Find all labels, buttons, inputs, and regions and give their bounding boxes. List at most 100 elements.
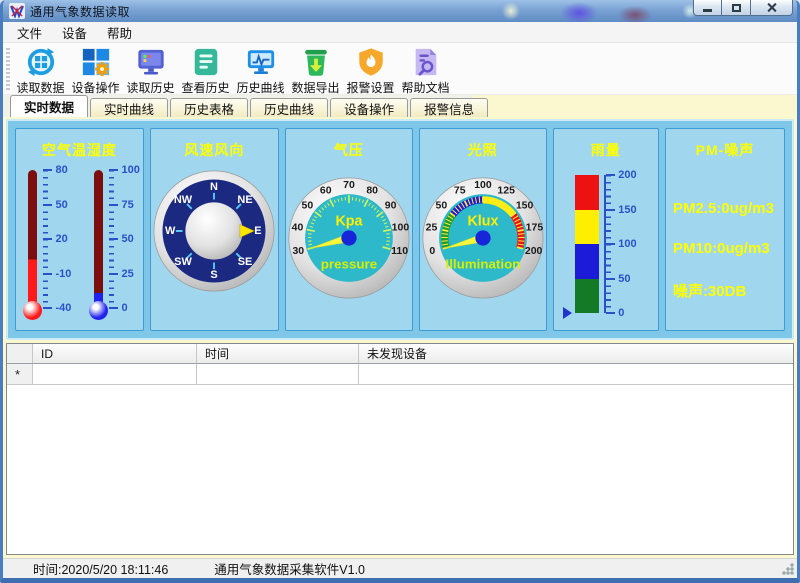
tab-1[interactable]: 实时曲线 (90, 98, 168, 117)
ruler-label: 75 (121, 200, 133, 211)
toolbar-read-data[interactable]: 读取数据 (13, 46, 68, 96)
rain-segment-3 (575, 279, 599, 314)
svg-text:N: N (210, 181, 218, 193)
illumination-gauge: 0255075100125150175200KluxIllumination (420, 175, 546, 301)
toolbar-label: 报警设置 (346, 79, 394, 96)
svg-text:E: E (255, 225, 262, 237)
ruler-label: -40 (55, 303, 71, 314)
tab-4[interactable]: 设备操作 (330, 98, 408, 117)
panel-illumination: 光照 0255075100125150175200KluxIlluminatio… (419, 128, 547, 331)
menu-item-0[interactable]: 文件 (7, 21, 52, 44)
close-button[interactable] (750, 0, 793, 16)
column-header-time[interactable]: 时间 (197, 344, 359, 363)
svg-text:pressure: pressure (321, 257, 377, 272)
rain-gauge: 200150100500 (554, 175, 658, 313)
toolbar-history-curve[interactable]: 历史曲线 (233, 46, 288, 96)
ruler-label: 50 (55, 200, 67, 211)
ruler-label: 150 (618, 205, 636, 216)
ruler-tick (109, 169, 118, 171)
toolbar-alarm-settings[interactable]: 报警设置 (343, 46, 398, 96)
panel-title-wind: 风速风向 (151, 140, 278, 160)
svg-text:60: 60 (320, 185, 332, 196)
column-header-id[interactable]: ID (33, 344, 197, 363)
rain-segment-0 (575, 175, 599, 210)
cell-id[interactable] (33, 364, 197, 384)
toolbar-label: 查看历史 (181, 79, 229, 96)
rain-scale: 200150100500 (604, 175, 636, 313)
row-selector-header[interactable] (7, 344, 33, 363)
restore-icon (732, 4, 741, 12)
toolbar-device-operation[interactable]: 设备操作 (68, 46, 123, 96)
svg-text:50: 50 (301, 201, 313, 212)
ruler-tick (43, 169, 52, 171)
status-time: 时间:2020/5/20 18:11:46 (33, 559, 168, 578)
ruler-label: 0 (121, 303, 127, 314)
view-history-icon (191, 47, 221, 77)
svg-text:125: 125 (497, 185, 515, 196)
grid-new-row: * (7, 364, 793, 385)
ruler-tick (606, 174, 615, 176)
svg-text:40: 40 (291, 222, 303, 233)
svg-text:Illumination: Illumination (445, 257, 520, 272)
toolbar-view-history[interactable]: 查看历史 (178, 46, 233, 96)
alarm-settings-icon (356, 47, 386, 77)
app-icon (9, 3, 25, 19)
toolbar-read-history[interactable]: 读取历史 (123, 46, 178, 96)
device-operation-icon (81, 47, 111, 77)
resize-grip[interactable] (782, 563, 794, 575)
ruler-label: 100 (121, 165, 139, 176)
pm-noise-readings: PM2.5:0ug/m3 PM10:0ug/m3 噪声:30DB (666, 200, 784, 301)
ruler-tick (43, 204, 52, 206)
svg-text:S: S (211, 269, 218, 281)
svg-text:25: 25 (425, 222, 437, 233)
ruler-label: 20 (55, 234, 67, 245)
noise-value: 噪声:30DB (673, 280, 784, 301)
ruler-label: -10 (55, 269, 71, 280)
minimize-icon (703, 9, 712, 12)
panel-wind: 风速风向 NNEESESSWWNW (150, 128, 279, 331)
toolbar-data-export[interactable]: 数据导出 (288, 46, 343, 96)
thermometer-humidity: 1007550250 (84, 168, 140, 330)
tab-3[interactable]: 历史曲线 (250, 98, 328, 117)
toolbar-label: 历史曲线 (236, 79, 284, 96)
panel-temp-humidity: 空气温湿度 805020-10-401007550250 (15, 128, 144, 331)
ruler-tick (606, 209, 615, 211)
grid-header-row: ID 时间 未发现设备 (7, 344, 793, 364)
restore-button[interactable] (722, 0, 750, 16)
panel-rain: 雨量 200150100500 (553, 128, 659, 331)
menu-bar: 文件设备帮助 (3, 22, 797, 43)
ruler-tick (43, 273, 52, 275)
toolbar-grip[interactable] (6, 48, 10, 92)
toolbar-label: 帮助文档 (401, 79, 449, 96)
ruler-label: 25 (121, 269, 133, 280)
cell-device-status[interactable] (359, 364, 793, 384)
cell-time[interactable] (197, 364, 359, 384)
tab-0[interactable]: 实时数据 (10, 95, 88, 117)
title-bar[interactable]: 通用气象数据读取 (3, 0, 797, 22)
svg-text:50: 50 (435, 201, 447, 212)
svg-text:100: 100 (474, 180, 492, 191)
svg-text:Kpa: Kpa (335, 214, 363, 230)
svg-text:NW: NW (174, 194, 193, 206)
column-header-device-status[interactable]: 未发现设备 (359, 344, 793, 363)
help-doc-icon (411, 47, 441, 77)
tab-strip: 实时数据实时曲线历史表格历史曲线设备操作报警信息 (3, 95, 797, 117)
new-row-marker: * (7, 364, 33, 384)
window-controls (693, 0, 793, 16)
history-curve-icon (246, 47, 276, 77)
close-icon (766, 2, 777, 13)
minimize-button[interactable] (693, 0, 722, 16)
ruler-label: 200 (618, 170, 636, 181)
panel-title-temp-humidity: 空气温湿度 (16, 140, 143, 160)
menu-item-2[interactable]: 帮助 (97, 21, 142, 44)
window-title: 通用气象数据读取 (30, 3, 130, 20)
pm10-value: PM10:0ug/m3 (673, 240, 784, 257)
menu-item-1[interactable]: 设备 (52, 21, 97, 44)
tab-5[interactable]: 报警信息 (410, 98, 488, 117)
thermometer-bulb (89, 301, 108, 320)
tab-2[interactable]: 历史表格 (170, 98, 248, 117)
toolbar-help-doc[interactable]: 帮助文档 (398, 46, 453, 96)
ruler-tick (109, 273, 118, 275)
svg-text:30: 30 (292, 246, 304, 257)
svg-text:90: 90 (385, 201, 397, 212)
